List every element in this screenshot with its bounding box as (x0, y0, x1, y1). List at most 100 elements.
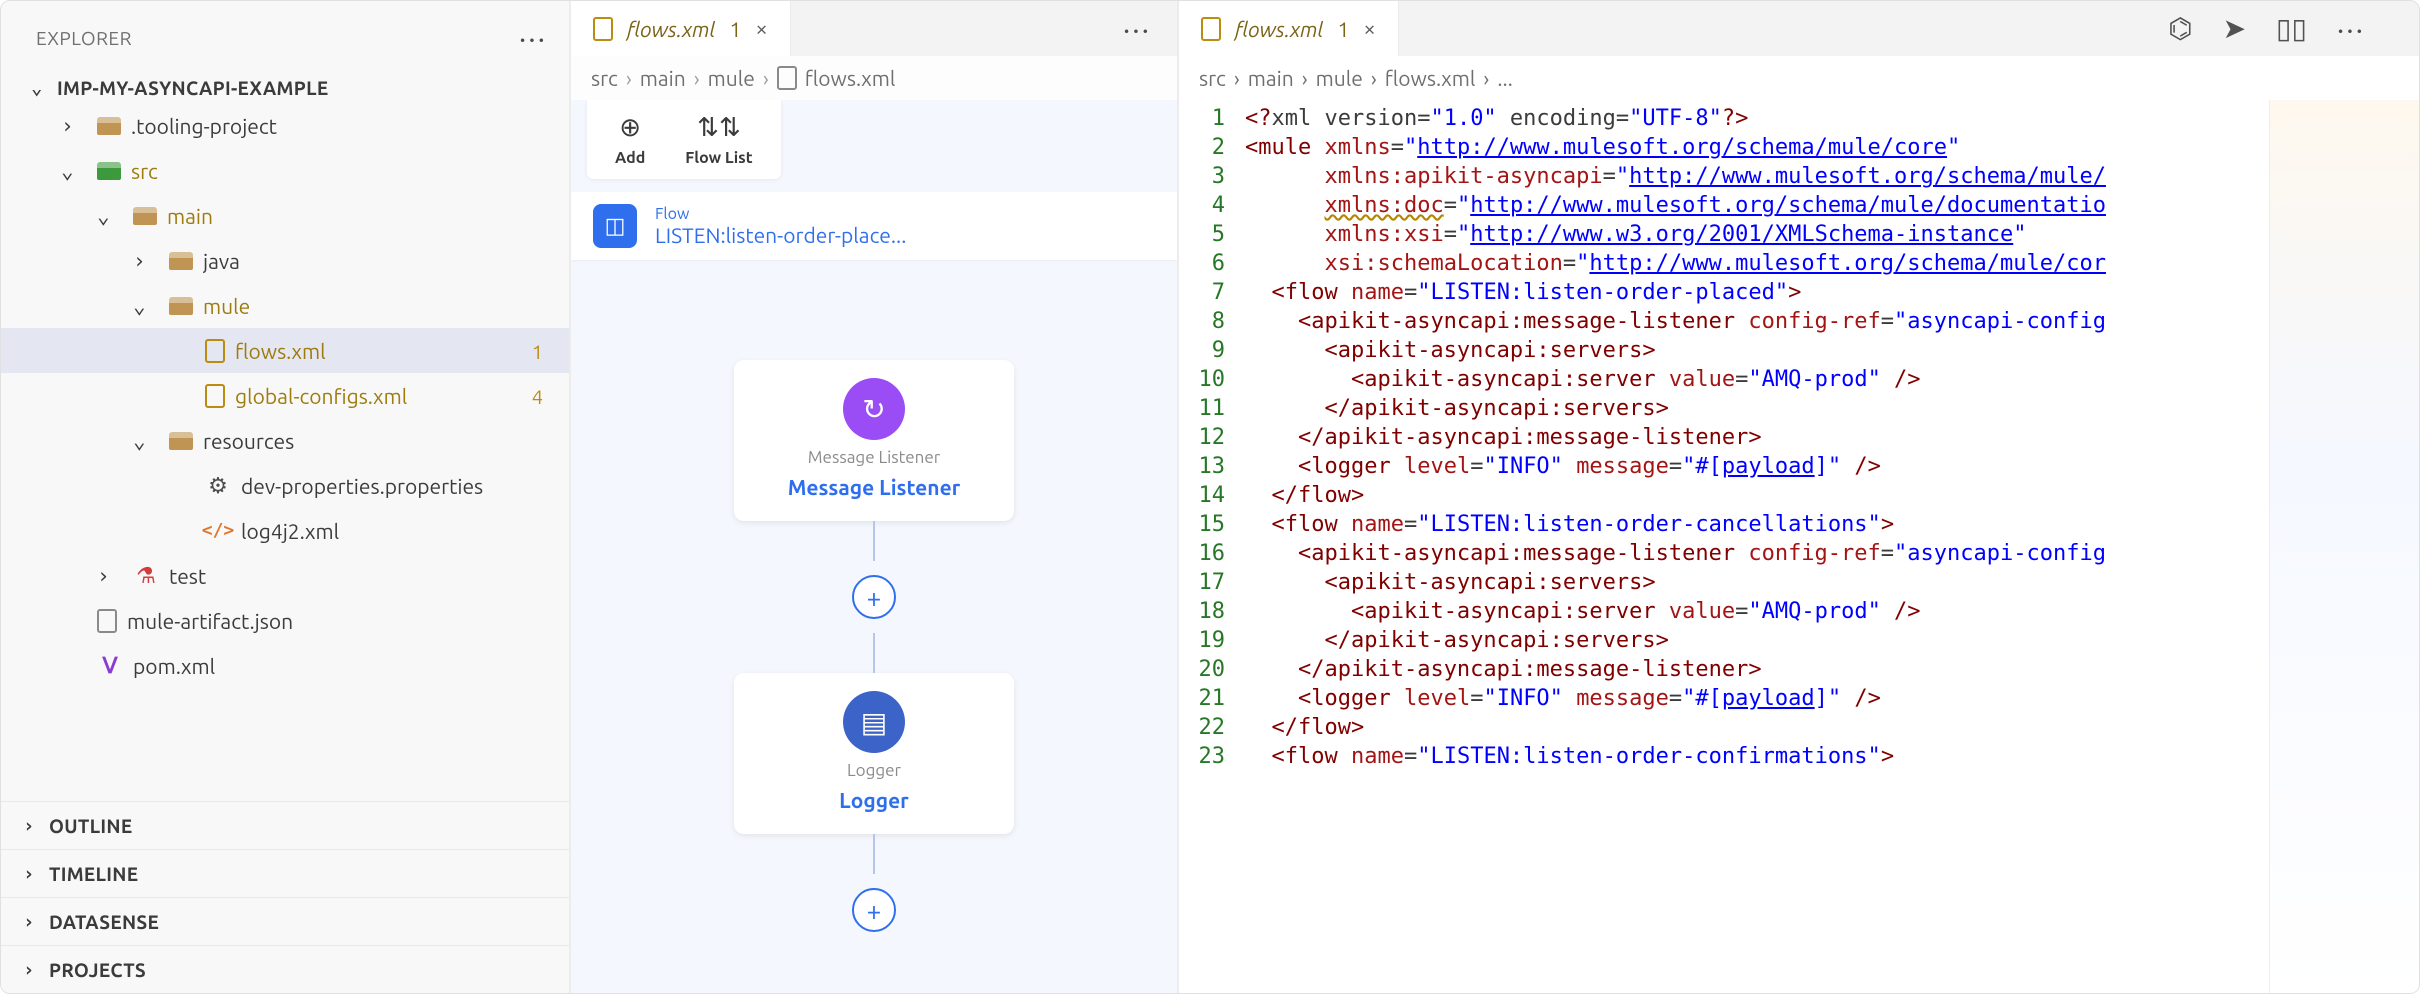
breadcrumb-segment[interactable]: flows.xml (1385, 66, 1476, 90)
file-icon (777, 66, 797, 90)
editor-more-icon[interactable]: ··· (2337, 12, 2391, 46)
line-number: 14 (1179, 479, 1225, 508)
tree-item-label: mule-artifact.json (127, 609, 293, 633)
file-icon (1201, 17, 1221, 41)
code-content[interactable]: <?xml version="1.0" encoding="UTF-8"?><m… (1239, 100, 2269, 993)
breadcrumb-segment[interactable]: src (591, 66, 618, 90)
line-number: 6 (1179, 247, 1225, 276)
chevron-down-icon: ⌄ (97, 204, 115, 228)
tree-item-label: mule (203, 294, 250, 318)
tree-item-global-configs-xml[interactable]: global-configs.xml4 (1, 373, 569, 418)
flow-node-logger[interactable]: ▤LoggerLogger (734, 673, 1014, 834)
project-name: IMP-MY-ASYNCAPI-EXAMPLE (57, 77, 328, 99)
tree-item-flows-xml[interactable]: flows.xml1 (1, 328, 569, 373)
file-y-icon (205, 384, 225, 408)
tree-item-resources[interactable]: ⌄resources (1, 418, 569, 463)
chevron-right-icon: › (97, 564, 115, 588)
line-number: 9 (1179, 334, 1225, 363)
close-icon[interactable]: × (1363, 16, 1375, 41)
modification-badge: 4 (532, 385, 551, 408)
folder-green-icon (97, 162, 121, 180)
canvas-breadcrumbs[interactable]: src › main › mule › flows.xml (571, 56, 1177, 100)
tree-item-java[interactable]: ›java (1, 238, 569, 283)
project-section-header[interactable]: ⌄ IMP-MY-ASYNCAPI-EXAMPLE (1, 73, 569, 103)
add-button[interactable]: ⊕ Add (615, 112, 645, 167)
close-icon[interactable]: × (755, 16, 767, 41)
line-number: 18 (1179, 595, 1225, 624)
breadcrumb-segment[interactable]: src (1199, 66, 1226, 90)
editor-tabbar: flows.xml 1 × ⌬ ➤ ▯▯ ··· (1179, 1, 2419, 56)
tree-item-label: flows.xml (235, 339, 326, 363)
tree-item-label: test (169, 564, 206, 588)
code-line: xmlns:xsi="http://www.w3.org/2001/XMLSch… (1245, 218, 2269, 247)
line-number: 16 (1179, 537, 1225, 566)
tree-item-label: pom.xml (133, 654, 215, 678)
section-label: DATASENSE (49, 911, 159, 933)
breadcrumb-segment[interactable]: mule (708, 66, 755, 90)
add-node-button[interactable]: + (852, 575, 896, 619)
canvas-toolbar: ⊕ Add ⇅⇅ Flow List (587, 100, 781, 179)
hierarchy-icon[interactable]: ⌬ (2168, 12, 2192, 45)
section-outline[interactable]: ›OUTLINE (1, 801, 569, 849)
tree-item-log4j2-xml[interactable]: </>log4j2.xml (1, 508, 569, 553)
tree-item--tooling-project[interactable]: ›.tooling-project (1, 103, 569, 148)
section-label: OUTLINE (49, 815, 132, 837)
breadcrumb-segment[interactable]: main (1248, 66, 1294, 90)
canvas-more-icon[interactable]: ··· (1123, 12, 1177, 46)
flow-list-button[interactable]: ⇅⇅ Flow List (685, 112, 752, 167)
editor-tab-flows[interactable]: flows.xml 1 × (1179, 1, 1399, 56)
editor-breadcrumbs[interactable]: src›main›mule›flows.xml›... (1179, 56, 2419, 100)
breadcrumb-segment[interactable]: mule (1316, 66, 1363, 90)
add-node-button[interactable]: + (852, 888, 896, 932)
line-number: 8 (1179, 305, 1225, 334)
code-line: </flow> (1245, 479, 2269, 508)
section-timeline[interactable]: ›TIMELINE (1, 849, 569, 897)
chevron-down-icon: ⌄ (31, 77, 49, 99)
minimap[interactable] (2269, 100, 2419, 993)
section-datasense[interactable]: ›DATASENSE (1, 897, 569, 945)
tab-name: flows.xml (627, 17, 715, 41)
code-line: <apikit-asyncapi:servers> (1245, 566, 2269, 595)
chevron-right-icon: › (763, 66, 769, 90)
tree-item-mule-artifact-json[interactable]: mule-artifact.json (1, 598, 569, 643)
tree-item-pom-xml[interactable]: Ⅴpom.xml (1, 643, 569, 688)
code-line: <?xml version="1.0" encoding="UTF-8"?> (1245, 102, 2269, 131)
chevron-down-icon: ⌄ (133, 294, 151, 318)
canvas-body[interactable]: ⊕ Add ⇅⇅ Flow List ◫ Flow LISTEN:listen-… (571, 100, 1177, 993)
code-editor[interactable]: 1234567891011121314151617181920212223 <?… (1179, 100, 2419, 993)
canvas-pane: flows.xml 1 × ··· src › main › mule › flows.xm… (571, 1, 1179, 993)
code-line: xmlns:doc="http://www.mulesoft.org/schem… (1245, 189, 2269, 218)
tree-item-dev-properties-properties[interactable]: ⚙dev-properties.properties (1, 463, 569, 508)
tree-item-src[interactable]: ⌄src (1, 148, 569, 193)
canvas-tab-flows[interactable]: flows.xml 1 × (571, 1, 791, 56)
breadcrumb-segment[interactable]: flows.xml (805, 66, 896, 90)
split-icon[interactable]: ▯▯ (2276, 12, 2307, 45)
code-line: </flow> (1245, 711, 2269, 740)
run-icon[interactable]: ➤ (2223, 12, 2246, 45)
code-line: xmlns:apikit-asyncapi="http://www.muleso… (1245, 160, 2269, 189)
chevron-down-icon: ⌄ (133, 429, 151, 453)
chevron-right-icon: › (23, 863, 41, 885)
folder-icon (133, 207, 157, 225)
explorer-header: EXPLORER ··· (1, 1, 569, 73)
tree-item-test[interactable]: ›⚗test (1, 553, 569, 598)
breadcrumb-segment[interactable]: main (640, 66, 686, 90)
chevron-right-icon: › (626, 66, 632, 90)
folder-icon (169, 297, 193, 315)
breadcrumb-segment[interactable]: ... (1497, 66, 1513, 90)
chevron-right-icon: › (694, 66, 700, 90)
line-number: 21 (1179, 682, 1225, 711)
tree-item-mule[interactable]: ⌄ mule (1, 283, 569, 328)
chevron-right-icon: › (1371, 66, 1377, 90)
code-line: <mule xmlns="http://www.mulesoft.org/sch… (1245, 131, 2269, 160)
explorer-more-icon[interactable]: ··· (519, 21, 547, 55)
tab-badge: 1 (729, 17, 741, 41)
line-number: 1 (1179, 102, 1225, 131)
tree-item-label: src (131, 159, 158, 183)
section-projects[interactable]: ›PROJECTS (1, 945, 569, 993)
flow-node-message-listener[interactable]: ↻Message ListenerMessage Listener (734, 360, 1014, 521)
chevron-right-icon: › (23, 959, 41, 981)
line-number: 3 (1179, 160, 1225, 189)
tree-item-main[interactable]: ⌄main (1, 193, 569, 238)
flow-chip[interactable]: ◫ Flow LISTEN:listen-order-place... (571, 192, 1177, 260)
